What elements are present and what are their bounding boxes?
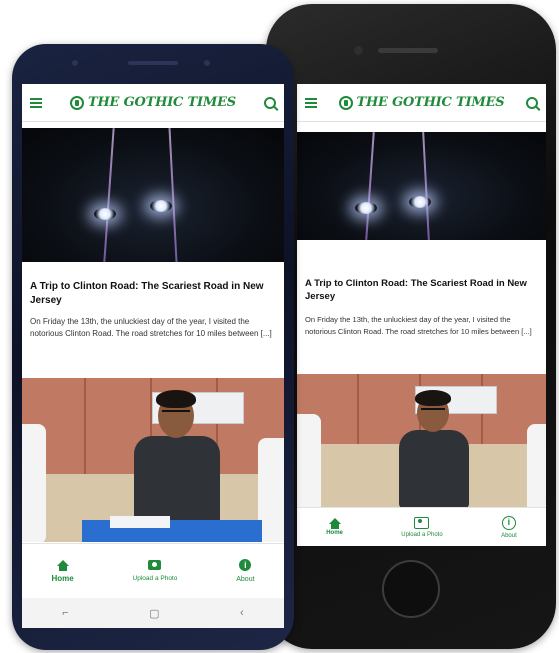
light-streak <box>365 132 375 240</box>
home-nav-icon[interactable]: ▢ <box>149 607 159 620</box>
bottom-nav: Home Upload a Photo i About <box>22 543 284 598</box>
student-glasses <box>162 410 190 412</box>
brand-name: THE GOTHIC TIMES <box>356 95 505 110</box>
info-icon: i <box>501 515 516 530</box>
earpiece-speaker <box>128 61 178 65</box>
brand-logo[interactable]: THE GOTHIC TIMES <box>338 95 505 110</box>
camera-icon <box>414 516 430 529</box>
nav-upload-photo[interactable]: Upload a Photo <box>132 560 178 582</box>
search-icon[interactable] <box>525 96 538 109</box>
light-streak <box>103 128 115 262</box>
article-excerpt: On Friday the 13th, the unluckiest day o… <box>305 315 532 336</box>
papers <box>110 516 170 528</box>
nav-label-about: About <box>501 532 517 539</box>
article-image-student[interactable] <box>22 378 284 542</box>
headlight <box>409 196 431 208</box>
nav-about[interactable]: i About <box>501 515 517 539</box>
student-hair <box>156 390 196 408</box>
student-hair <box>415 390 451 406</box>
gothic-helmet-icon <box>338 95 353 110</box>
nav-label-upload: Upload a Photo <box>401 531 443 538</box>
iphone-screen: THE GOTHIC TIMES A Trip to Clinton Road:… <box>297 84 546 546</box>
gothic-helmet-icon <box>70 95 84 110</box>
article-image-headlights[interactable] <box>22 128 284 262</box>
bottom-nav: Home Upload a Photo i About <box>297 507 546 546</box>
app-bar: THE GOTHIC TIMES <box>22 84 284 122</box>
nav-home[interactable]: Home <box>326 518 343 536</box>
headlight <box>355 202 377 214</box>
android-system-nav: ⌐ ▢ ‹ <box>22 598 284 628</box>
student-glasses <box>421 408 445 410</box>
search-icon[interactable] <box>263 96 276 109</box>
side-person <box>297 414 321 512</box>
hamburger-icon[interactable] <box>30 97 42 108</box>
nav-upload-photo[interactable]: Upload a Photo <box>401 516 443 538</box>
brand-logo[interactable]: THE GOTHIC TIMES <box>70 95 236 110</box>
article-title[interactable]: A Trip to Clinton Road: The Scariest Roa… <box>30 280 276 307</box>
nav-label-home: Home <box>326 530 343 536</box>
light-streak <box>422 132 430 240</box>
front-camera <box>354 46 363 55</box>
camera-icon <box>148 560 162 570</box>
side-person <box>527 424 546 512</box>
nav-home[interactable]: Home <box>51 559 74 583</box>
back-nav-icon[interactable]: ‹ <box>240 607 244 619</box>
front-sensor <box>72 60 78 66</box>
app-bar: THE GOTHIC TIMES <box>297 84 546 122</box>
article-image-headlights[interactable] <box>297 132 546 240</box>
home-icon <box>328 518 341 529</box>
earpiece-speaker <box>378 48 438 53</box>
article-title[interactable]: A Trip to Clinton Road: The Scariest Roa… <box>305 278 538 304</box>
hamburger-icon[interactable] <box>305 97 317 108</box>
nav-label-upload: Upload a Photo <box>132 575 178 582</box>
brand-name: THE GOTHIC TIMES <box>88 95 236 110</box>
nav-about[interactable]: i About <box>236 559 255 583</box>
article-image-student[interactable] <box>297 374 546 512</box>
light-streak <box>168 128 178 262</box>
info-icon: i <box>239 559 252 571</box>
headlight <box>150 200 172 212</box>
android-screen: THE GOTHIC TIMES A Trip to Clinton Road:… <box>22 84 284 598</box>
front-camera <box>204 60 210 66</box>
side-person <box>22 424 46 542</box>
home-hardware-button[interactable] <box>382 560 440 618</box>
home-icon <box>56 559 69 571</box>
nav-label-home: Home <box>51 573 74 583</box>
nav-label-about: About <box>236 576 255 583</box>
headlight <box>94 208 116 220</box>
article-excerpt: On Friday the 13th, the unluckiest day o… <box>30 317 272 339</box>
student-body <box>399 430 469 508</box>
recent-apps-icon[interactable]: ⌐ <box>62 607 68 619</box>
table <box>82 520 262 542</box>
